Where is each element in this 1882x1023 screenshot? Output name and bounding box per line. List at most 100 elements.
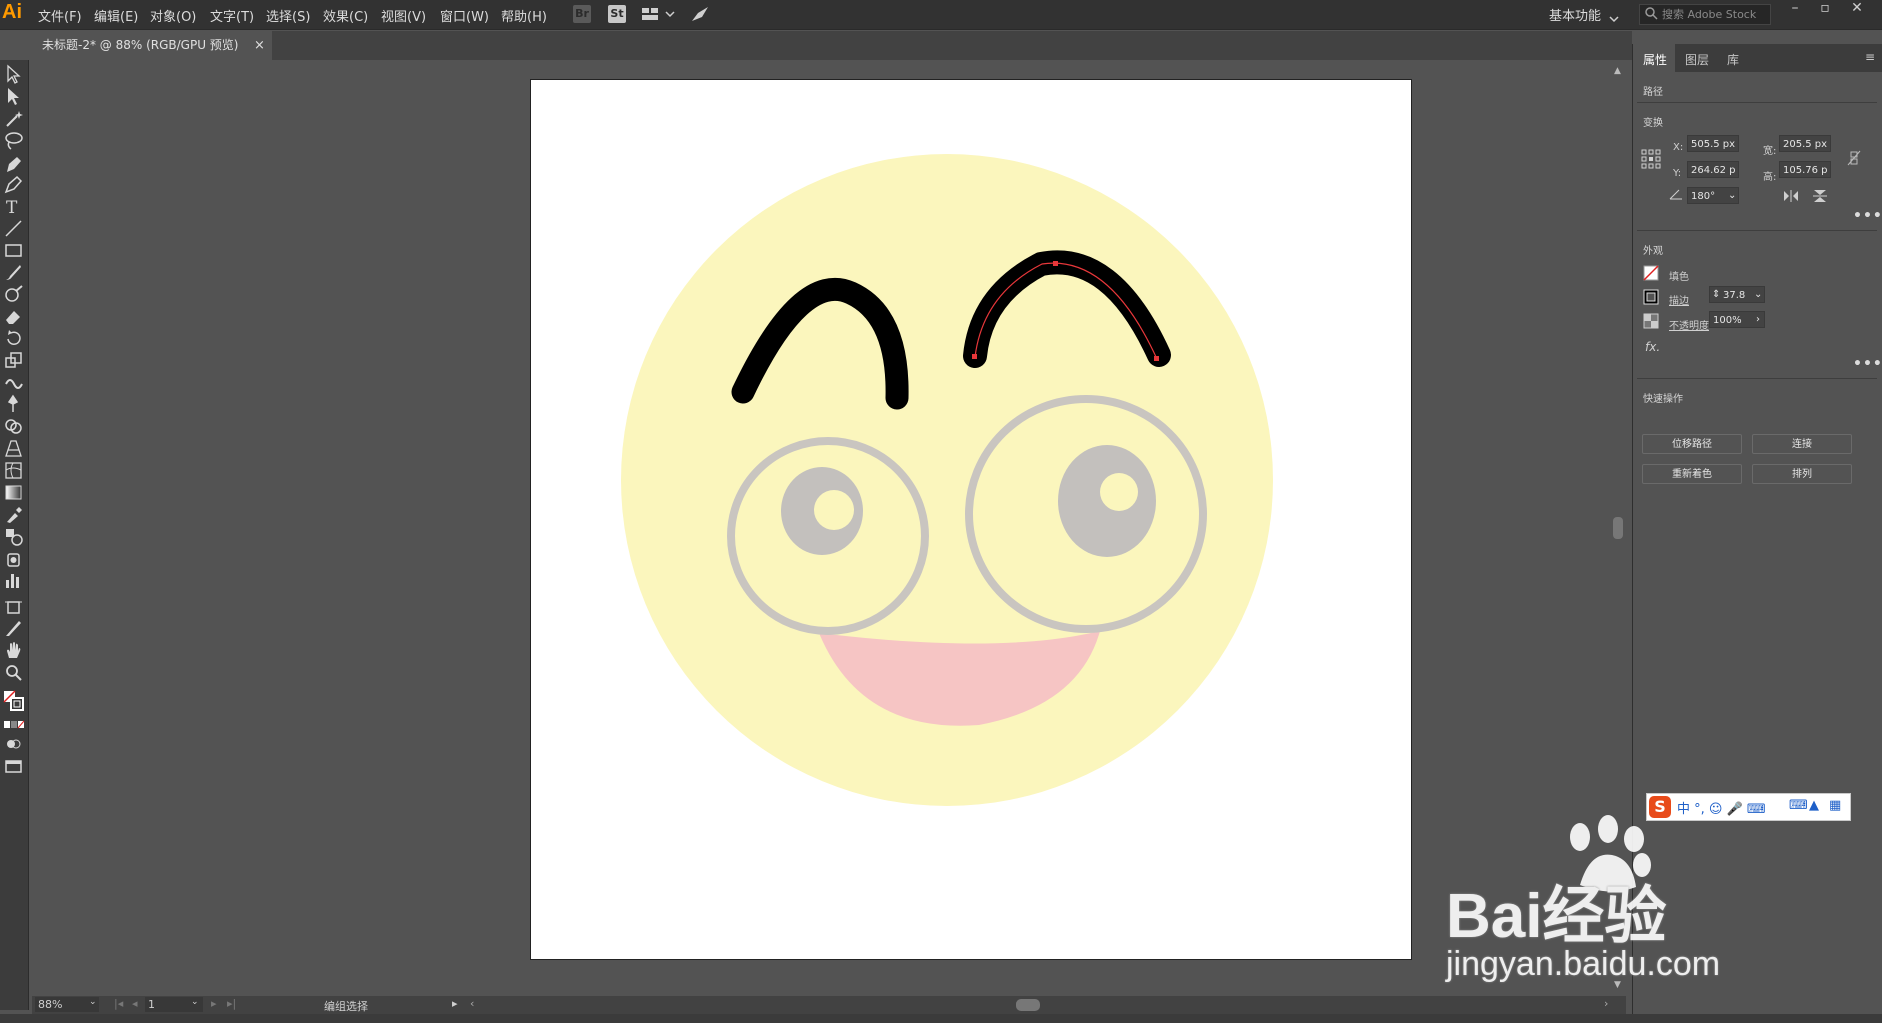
keyboard-icon[interactable]: ⌨ (1789, 798, 1808, 813)
stepper-icon[interactable]: ⇕ (1712, 286, 1720, 303)
menu-file[interactable]: 文件(F) (38, 6, 82, 25)
menu-type[interactable]: 文字(T) (210, 6, 254, 25)
emoji-artwork[interactable] (531, 80, 1411, 959)
hand-tool-icon[interactable] (3, 640, 25, 660)
maximize-icon[interactable]: ▫ (1810, 0, 1840, 18)
status-menu-icon[interactable]: ▸ (452, 997, 458, 1010)
bridge-icon[interactable]: Br (573, 5, 591, 23)
chevron-down-icon[interactable]: ⌄ (191, 997, 199, 1007)
minimize-icon[interactable]: – (1780, 0, 1810, 18)
pen-tool-icon[interactable] (3, 154, 25, 174)
screen-mode-icon[interactable] (3, 756, 25, 776)
menu-view[interactable]: 视图(V) (381, 6, 426, 25)
stroke-label[interactable]: 描边 (1669, 292, 1689, 307)
perspective-grid-tool-icon[interactable] (3, 438, 25, 458)
tab-layers[interactable]: 图层 (1685, 51, 1709, 68)
type-tool-icon[interactable]: T (3, 196, 25, 216)
height-field[interactable]: 105.76 p (1779, 161, 1831, 178)
next-artboard-icon[interactable]: ▸ (211, 997, 217, 1010)
scroll-up-icon[interactable]: ▲ (1614, 66, 1621, 76)
chevron-down-icon[interactable]: ⌄ (89, 997, 97, 1007)
last-artboard-icon[interactable]: ▸| (227, 997, 236, 1010)
tab-document[interactable]: 未标题-2* @ 88% (RGB/GPU 预览) × (32, 31, 272, 60)
zoom-tool-icon[interactable] (3, 662, 25, 682)
opacity-label[interactable]: 不透明度 (1669, 317, 1709, 332)
artboard-tool-icon[interactable] (3, 596, 25, 616)
eraser-tool-icon[interactable] (3, 306, 25, 326)
more-options-icon[interactable]: ••• (1853, 356, 1882, 372)
width-field[interactable]: 205.5 px (1779, 135, 1831, 152)
lasso-tool-icon[interactable] (3, 130, 25, 150)
artboard-number-field[interactable]: 1 ⌄ (145, 997, 203, 1012)
constrain-proportions-icon[interactable] (1847, 150, 1861, 166)
color-mode-icon[interactable] (3, 720, 25, 730)
panel-menu-icon[interactable]: ≡ (1865, 50, 1875, 64)
flip-vertical-icon[interactable] (1813, 189, 1827, 203)
reference-point-icon[interactable] (1641, 149, 1661, 169)
blend-tool-icon[interactable] (3, 526, 25, 546)
close-tab-icon[interactable]: × (254, 31, 265, 60)
workspace-switcher[interactable]: 基本功能 (1549, 5, 1601, 24)
chevron-down-icon[interactable]: ⌄ (1754, 286, 1762, 303)
previous-artboard-icon[interactable]: ◂ (132, 997, 138, 1010)
rotate-angle-field[interactable]: 180° ⌄ (1687, 187, 1739, 204)
zoom-level-field[interactable]: 88% ⌄ (35, 997, 99, 1012)
mesh-tool-icon[interactable] (3, 460, 25, 480)
tab-libraries[interactable]: 库 (1727, 51, 1739, 68)
column-graph-tool-icon[interactable] (3, 570, 25, 590)
close-icon[interactable]: ✕ (1842, 0, 1872, 18)
grid-icon[interactable]: ▦ (1829, 798, 1841, 813)
rotate-tool-icon[interactable] (3, 328, 25, 348)
chevron-right-icon[interactable]: › (1756, 311, 1760, 328)
scale-tool-icon[interactable] (3, 350, 25, 370)
artboard[interactable] (530, 79, 1412, 960)
menu-help[interactable]: 帮助(H) (501, 6, 547, 25)
curvature-tool-icon[interactable] (3, 174, 25, 194)
fill-swatch-icon[interactable] (1643, 265, 1659, 281)
slice-tool-icon[interactable] (3, 618, 25, 638)
menu-effect[interactable]: 效果(C) (323, 6, 368, 25)
line-tool-icon[interactable] (3, 218, 25, 238)
shaper-tool-icon[interactable] (3, 284, 25, 304)
direct-selection-tool-icon[interactable] (3, 86, 25, 106)
arrange-documents-icon[interactable] (641, 6, 675, 26)
fill-stroke-swatch-icon[interactable] (3, 690, 25, 714)
rectangle-tool-icon[interactable] (3, 240, 25, 260)
draw-mode-icon[interactable] (3, 734, 25, 754)
gradient-tool-icon[interactable] (3, 482, 25, 502)
more-options-icon[interactable]: ••• (1853, 208, 1882, 224)
symbol-sprayer-tool-icon[interactable] (3, 548, 25, 568)
fx-icon[interactable]: fx. (1645, 340, 1660, 354)
eyedropper-tool-icon[interactable] (3, 504, 25, 524)
gpu-performance-icon[interactable] (690, 5, 710, 27)
vertical-scroll-thumb[interactable] (1613, 517, 1623, 539)
menu-object[interactable]: 对象(O) (150, 6, 196, 25)
join-button[interactable]: 连接 (1752, 434, 1852, 454)
first-artboard-icon[interactable]: |◂ (114, 997, 123, 1010)
arrange-button[interactable]: 排列 (1752, 464, 1852, 484)
chevron-down-icon[interactable] (1609, 8, 1619, 27)
chevron-down-icon[interactable]: ⌄ (1728, 187, 1736, 204)
stock-search-input[interactable]: 搜索 Adobe Stock (1639, 4, 1771, 25)
flip-horizontal-icon[interactable] (1783, 190, 1799, 202)
stroke-weight-field[interactable]: ⇕ 37.8 ⌄ (1709, 286, 1765, 303)
selection-tool-icon[interactable] (3, 64, 25, 84)
paintbrush-tool-icon[interactable] (3, 262, 25, 282)
skin-icon[interactable]: ▲ (1809, 798, 1819, 813)
offset-path-button[interactable]: 位移路径 (1642, 434, 1742, 454)
menu-edit[interactable]: 编辑(E) (94, 6, 138, 25)
x-position-field[interactable]: 505.5 px (1687, 135, 1739, 152)
stroke-swatch-icon[interactable] (1643, 289, 1659, 305)
tab-properties[interactable]: 属性 (1643, 51, 1667, 68)
y-position-field[interactable]: 264.62 p (1687, 161, 1739, 178)
menu-select[interactable]: 选择(S) (266, 6, 310, 25)
recolor-button[interactable]: 重新着色 (1642, 464, 1742, 484)
warp-tool-icon[interactable] (3, 372, 25, 392)
shape-builder-tool-icon[interactable] (3, 416, 25, 436)
scroll-right-icon[interactable]: › (1604, 997, 1608, 1010)
puppet-warp-tool-icon[interactable] (3, 394, 25, 414)
opacity-field[interactable]: 100% › (1709, 311, 1765, 328)
menu-window[interactable]: 窗口(W) (440, 6, 489, 25)
scroll-left-icon[interactable]: ‹ (470, 997, 474, 1010)
horizontal-scroll-thumb[interactable] (1016, 999, 1040, 1011)
